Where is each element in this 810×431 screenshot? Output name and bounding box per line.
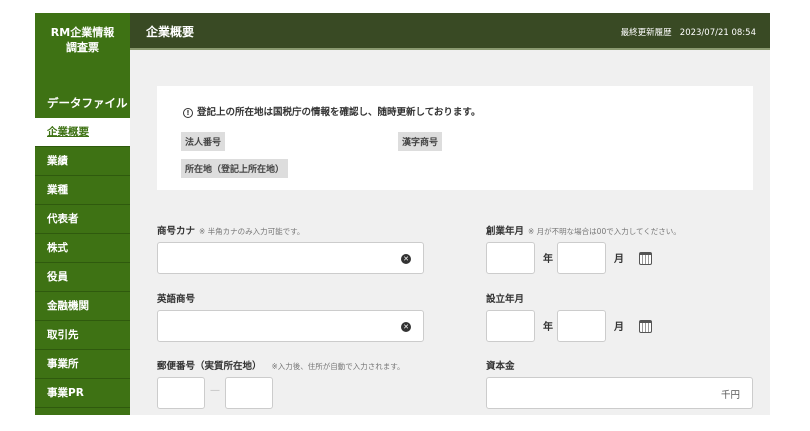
postal-code-second-input[interactable] bbox=[225, 377, 273, 409]
established-year-input[interactable] bbox=[486, 310, 535, 342]
last-updated-value: 2023/07/21 08:54 bbox=[679, 28, 756, 38]
sidebar: RM企業情報 調査票 データファイル 企業概要 業績 業種 代表者 株式 役員 金… bbox=[35, 13, 130, 415]
sidebar-item-representative[interactable]: 代表者 bbox=[35, 205, 130, 234]
month-unit: 月 bbox=[614, 254, 624, 265]
sidebar-item-clients[interactable]: 取引先 bbox=[35, 321, 130, 350]
sidebar-item-stock[interactable]: 株式 bbox=[35, 234, 130, 263]
established-label: 設立年月 bbox=[486, 294, 525, 305]
app-title-line1: RM企業情報 bbox=[50, 26, 115, 39]
calendar-icon[interactable] bbox=[639, 320, 652, 333]
english-name-label: 英語商号 bbox=[157, 294, 196, 305]
sidebar-item-banks[interactable]: 金融機関 bbox=[35, 292, 130, 321]
notice-box: ! 登記上の所在地は国税庁の情報を確認し、随時更新しております。 法人番号 漢字商… bbox=[157, 86, 753, 190]
sidebar-data-file[interactable]: データファイル bbox=[47, 95, 128, 111]
info-circle-icon: ! bbox=[183, 108, 193, 118]
notice-text: 登記上の所在地は国税庁の情報を確認し、随時更新しております。 bbox=[197, 107, 481, 118]
kana-note: ※ 半角カナのみ入力可能です。 bbox=[199, 227, 305, 236]
founded-month-input[interactable] bbox=[557, 242, 606, 274]
clear-icon[interactable]: ✕ bbox=[401, 254, 411, 264]
kana-label: 商号カナ ※ 半角カナのみ入力可能です。 bbox=[157, 223, 304, 237]
sidebar-item-offices[interactable]: 事業所 bbox=[35, 350, 130, 379]
year-unit: 年 bbox=[543, 322, 553, 333]
tag-registered-address: 所在地（登記上所在地） bbox=[181, 159, 289, 178]
tag-kanji-name: 漢字商号 bbox=[398, 132, 443, 151]
app-title: RM企業情報 調査票 bbox=[35, 25, 130, 55]
app-title-line2: 調査票 bbox=[66, 41, 99, 54]
capital-input[interactable]: 千円 bbox=[486, 377, 753, 409]
english-name-input[interactable]: ✕ bbox=[157, 310, 424, 342]
page-title: 企業概要 bbox=[146, 25, 195, 39]
sidebar-item-performance[interactable]: 業績 bbox=[35, 147, 130, 176]
capital-unit: 千円 bbox=[720, 390, 740, 401]
last-updated: 最終更新履歴 2023/07/21 08:54 bbox=[621, 26, 756, 38]
postal-note: ※入力後、住所が自動で入力されます。 bbox=[271, 362, 405, 371]
postal-label-text: 郵便番号（実質所在地） bbox=[157, 361, 262, 372]
tag-corporate-number: 法人番号 bbox=[181, 132, 226, 151]
postal-code-first-input[interactable] bbox=[157, 377, 205, 409]
last-updated-label: 最終更新履歴 bbox=[620, 28, 672, 38]
notice-line: ! 登記上の所在地は国税庁の情報を確認し、随時更新しております。 bbox=[183, 104, 480, 118]
founded-year-input[interactable] bbox=[486, 242, 535, 274]
founded-label-text: 創業年月 bbox=[486, 226, 525, 237]
founded-label: 創業年月 ※ 月が不明な場合は00で入力してください。 bbox=[486, 223, 681, 237]
capital-label: 資本金 bbox=[486, 361, 515, 372]
founded-note: ※ 月が不明な場合は00で入力してください。 bbox=[528, 227, 681, 236]
main-content: ! 登記上の所在地は国税庁の情報を確認し、随時更新しております。 法人番号 漢字商… bbox=[130, 50, 770, 415]
header: 企業概要 最終更新履歴 2023/07/21 08:54 bbox=[130, 13, 770, 50]
sidebar-item-pr[interactable]: 事業PR bbox=[35, 379, 130, 408]
established-month-input[interactable] bbox=[557, 310, 606, 342]
calendar-icon[interactable] bbox=[639, 252, 652, 265]
sidebar-item-company-overview[interactable]: 企業概要 bbox=[35, 118, 130, 147]
sidebar-item-industry[interactable]: 業種 bbox=[35, 176, 130, 205]
kana-input[interactable]: ✕ bbox=[157, 242, 424, 274]
clear-icon[interactable]: ✕ bbox=[401, 322, 411, 332]
postal-label: 郵便番号（実質所在地） ※入力後、住所が自動で入力されます。 bbox=[157, 358, 405, 372]
month-unit: 月 bbox=[614, 322, 624, 333]
kana-label-text: 商号カナ bbox=[157, 226, 196, 237]
year-unit: 年 bbox=[543, 254, 553, 265]
sidebar-item-officers[interactable]: 役員 bbox=[35, 263, 130, 292]
postal-separator: — bbox=[210, 385, 220, 396]
